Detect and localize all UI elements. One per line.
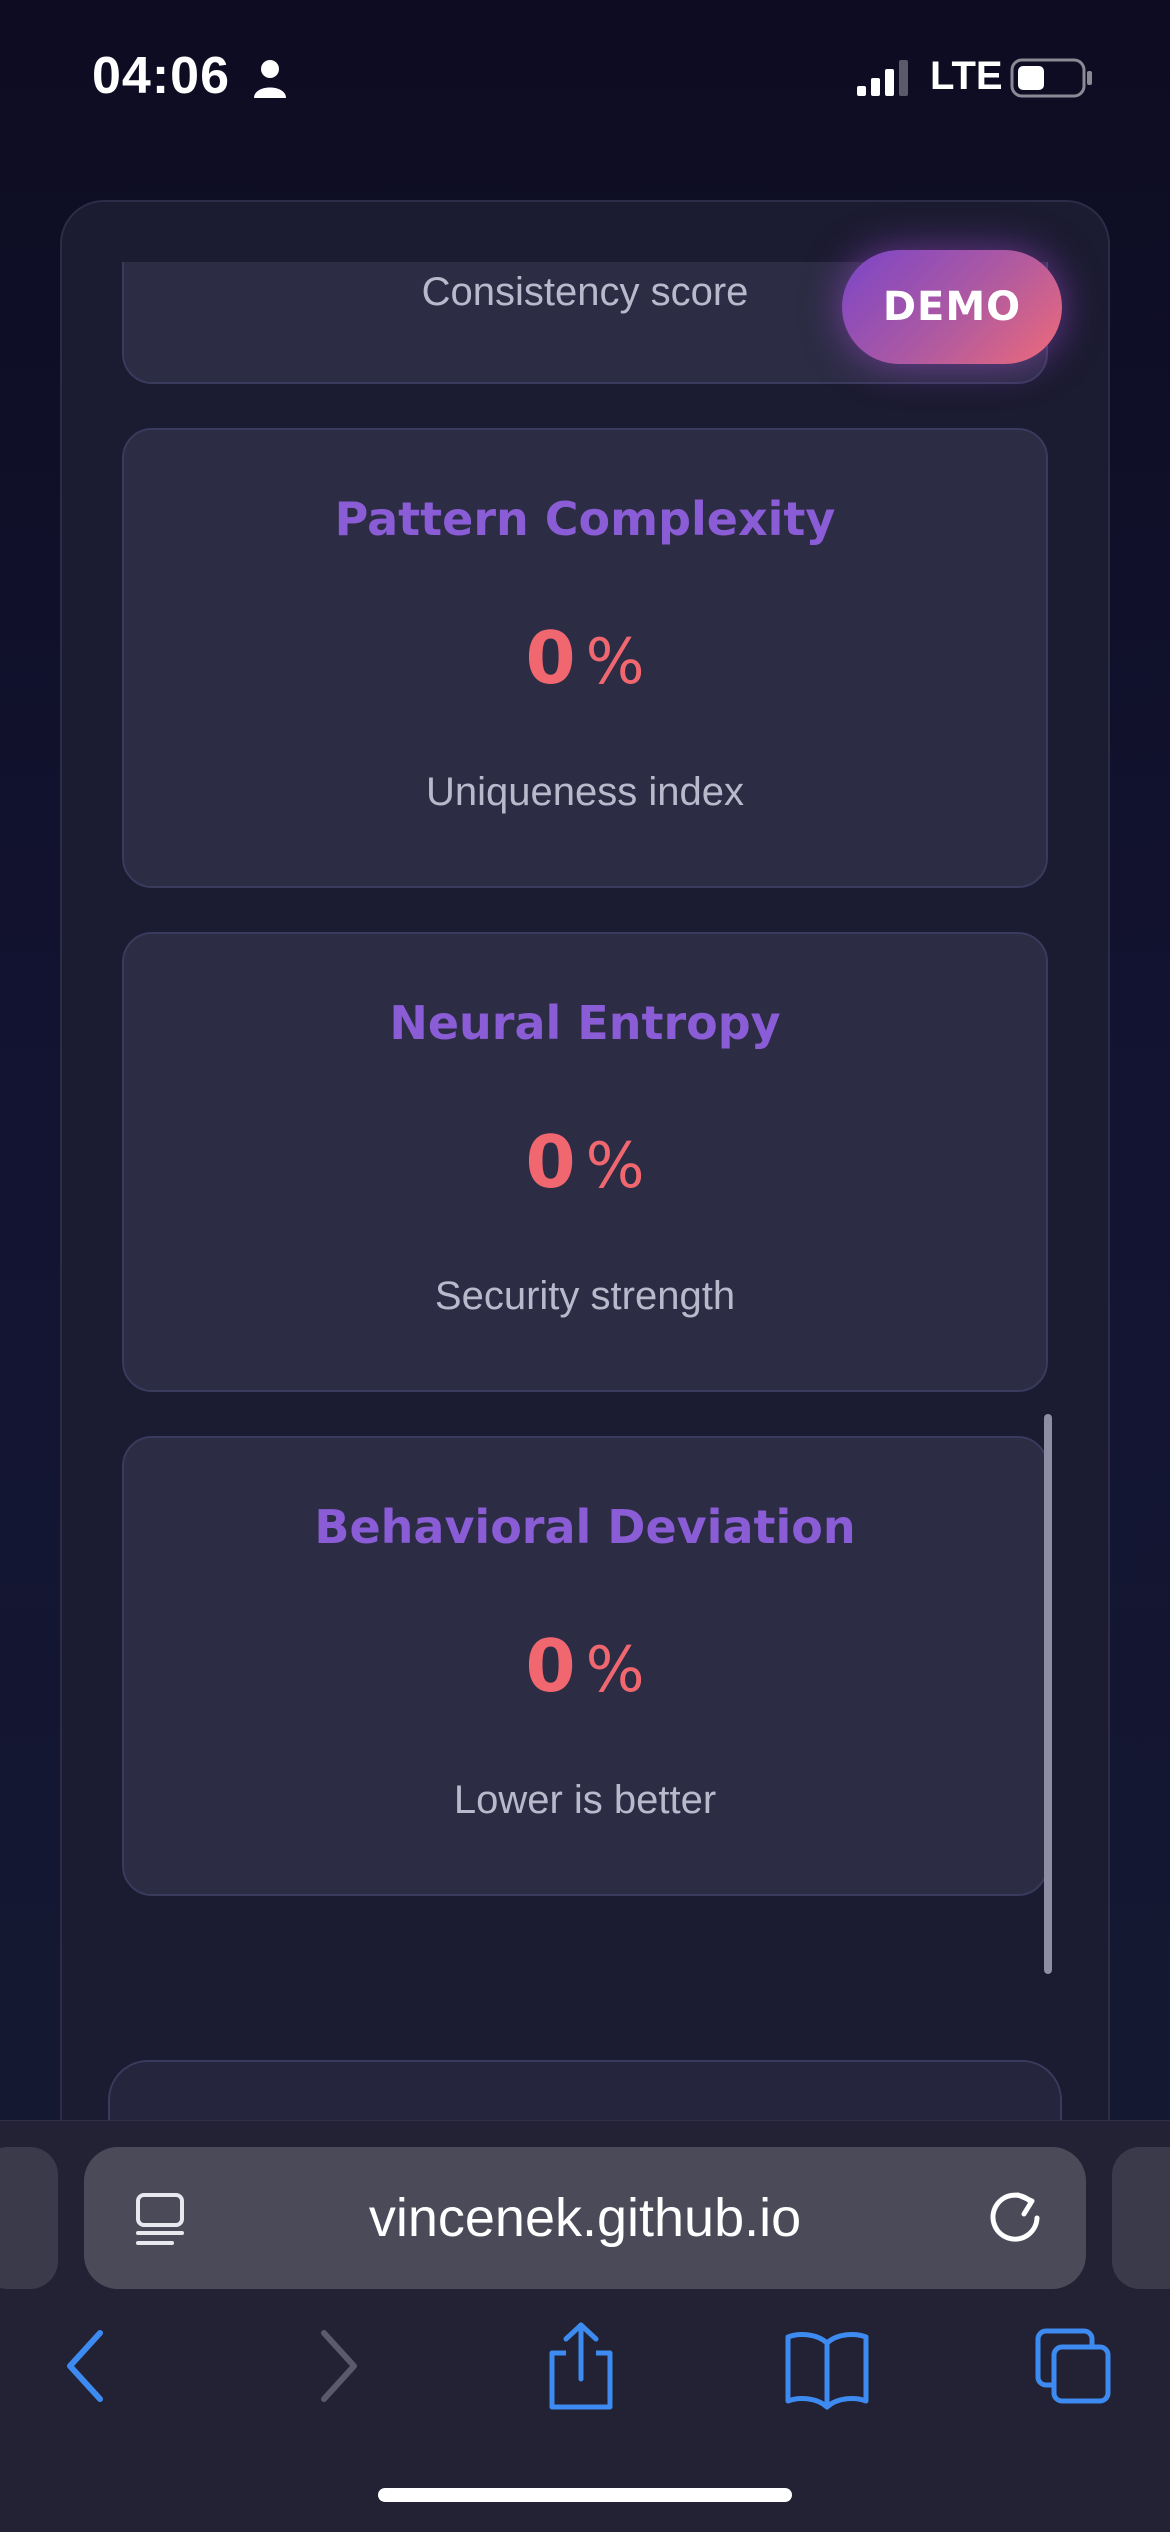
metric-number: 0: [525, 1624, 576, 1708]
metric-unit: %: [585, 1633, 645, 1706]
metric-unit: %: [585, 625, 645, 698]
metric-subtitle: Security strength: [434, 1274, 736, 1318]
previous-tab-preview[interactable]: [0, 2147, 58, 2289]
status-time: 04:06: [92, 47, 230, 105]
reload-icon[interactable]: [984, 2187, 1046, 2249]
metric-unit: %: [585, 1129, 645, 1202]
panel-scrollbar[interactable]: [1044, 1414, 1052, 1974]
browser-bottom-bar: vincenek.github.io: [0, 2120, 1170, 2532]
metric-value: 0%: [124, 616, 1046, 700]
carrier-label: LTE: [930, 54, 1003, 98]
signal-icon: [857, 60, 908, 96]
back-icon[interactable]: [60, 2321, 110, 2411]
person-icon: [254, 60, 286, 98]
url-text[interactable]: vincenek.github.io: [84, 2187, 1086, 2249]
bookmarks-icon[interactable]: [784, 2321, 870, 2411]
battery-icon: [1010, 58, 1092, 98]
address-bar[interactable]: vincenek.github.io: [84, 2147, 1086, 2289]
tabs-icon[interactable]: [1034, 2321, 1114, 2411]
metric-subtitle: Lower is better: [453, 1778, 717, 1822]
metric-title: Neural Entropy: [389, 996, 781, 1050]
metric-number: 0: [525, 616, 576, 700]
demo-button[interactable]: DEMO: [842, 250, 1062, 364]
metric-value: 0%: [124, 1624, 1046, 1708]
metric-subtitle: Uniqueness index: [426, 770, 744, 814]
forward-icon[interactable]: [314, 2321, 364, 2411]
browser-toolbar: [0, 2321, 1170, 2441]
metric-title: Pattern Complexity: [334, 492, 836, 546]
screen: 04:06 LTE Consistency score DEMO Pattern…: [0, 0, 1170, 2532]
next-tab-preview[interactable]: [1112, 2147, 1170, 2289]
home-indicator[interactable]: [378, 2488, 792, 2502]
share-icon[interactable]: [546, 2321, 616, 2411]
metric-card-neural-entropy: Neural Entropy 0% Security strength: [122, 932, 1048, 1392]
metric-title: Behavioral Deviation: [314, 1500, 856, 1554]
metric-card-behavioral-deviation: Behavioral Deviation 0% Lower is better: [122, 1436, 1048, 1896]
metric-value: 0%: [124, 1120, 1046, 1204]
status-bar: 04:06 LTE: [0, 0, 1170, 150]
metric-card-pattern-complexity: Pattern Complexity 0% Uniqueness index: [122, 428, 1048, 888]
metric-number: 0: [525, 1120, 576, 1204]
